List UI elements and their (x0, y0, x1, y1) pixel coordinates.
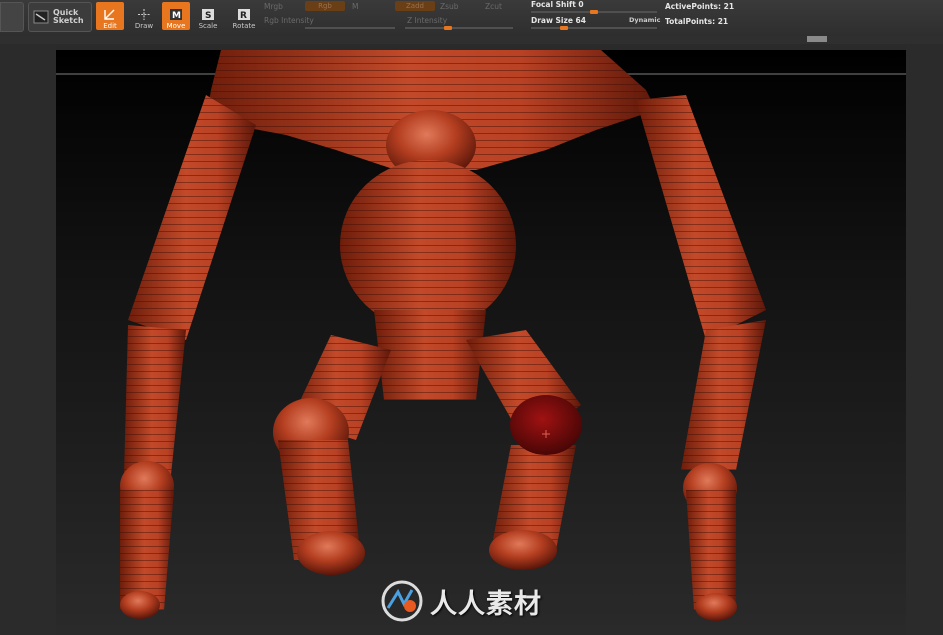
left-tray (0, 44, 56, 635)
rotate-label: Rotate (232, 22, 256, 30)
edit-icon (103, 8, 117, 21)
edit-button[interactable]: Edit (96, 2, 124, 30)
draw-button[interactable]: Draw (130, 2, 158, 30)
z-intensity-knob[interactable] (444, 26, 452, 30)
rgb-toggle[interactable]: Rgb (305, 1, 345, 11)
m-toggle[interactable]: M (352, 2, 358, 11)
strip-scroll-marker[interactable] (807, 36, 827, 42)
scale-icon: S (201, 8, 215, 21)
dynamic-toggle[interactable]: Dynamic (629, 16, 661, 24)
rgb-intensity-slider[interactable] (305, 27, 395, 29)
draw-size-label: Draw Size 64 (531, 16, 586, 25)
edit-label: Edit (103, 22, 117, 30)
move-label: Move (166, 22, 186, 30)
document-canvas[interactable] (56, 50, 906, 635)
move-button[interactable]: M Move (162, 2, 190, 30)
svg-text:R: R (240, 11, 247, 21)
watermark: 人人素材 (380, 580, 542, 622)
quick-sketch-label: Quick Sketch (53, 8, 84, 25)
rotate-button[interactable]: R Rotate (229, 2, 259, 30)
mrgb-toggle[interactable]: Mrgb (264, 2, 283, 11)
focal-shift-label: Focal Shift 0 (531, 0, 584, 9)
zcut-toggle[interactable]: Zcut (485, 2, 502, 11)
total-points-readout: TotalPoints: 21 (665, 17, 729, 26)
svg-text:M: M (172, 11, 181, 21)
active-points-readout: ActivePoints: 21 (665, 2, 735, 11)
quick-sketch-button[interactable]: Quick Sketch (28, 2, 92, 32)
scale-label: Scale (198, 22, 218, 30)
svg-text:S: S (205, 11, 211, 21)
selected-zsphere (510, 395, 582, 455)
draw-size-slider[interactable] (531, 27, 657, 29)
zsub-toggle[interactable]: Zsub (440, 2, 459, 11)
rotate-icon: R (237, 8, 251, 21)
zadd-toggle[interactable]: Zadd (395, 1, 435, 11)
focal-shift-knob[interactable] (590, 10, 598, 14)
z-intensity-slider[interactable] (405, 27, 513, 29)
rgb-intensity-label: Rgb Intensity (264, 16, 314, 25)
draw-icon (137, 8, 151, 21)
shelf-left-button[interactable] (0, 2, 24, 32)
top-shelf: Quick Sketch Edit Draw M Move S Scale R … (0, 0, 943, 37)
draw-size-knob[interactable] (560, 26, 568, 30)
shelf-divider-strip (0, 36, 943, 44)
draw-label: Draw (134, 22, 154, 30)
quick-sketch-icon (33, 10, 49, 24)
right-tray (906, 44, 943, 635)
z-intensity-label: Z Intensity (407, 16, 448, 25)
watermark-text: 人人素材 (430, 588, 542, 620)
zsphere-model (56, 50, 906, 621)
scale-button[interactable]: S Scale (195, 2, 221, 30)
move-icon: M (169, 8, 183, 21)
logo-icon (381, 580, 423, 622)
